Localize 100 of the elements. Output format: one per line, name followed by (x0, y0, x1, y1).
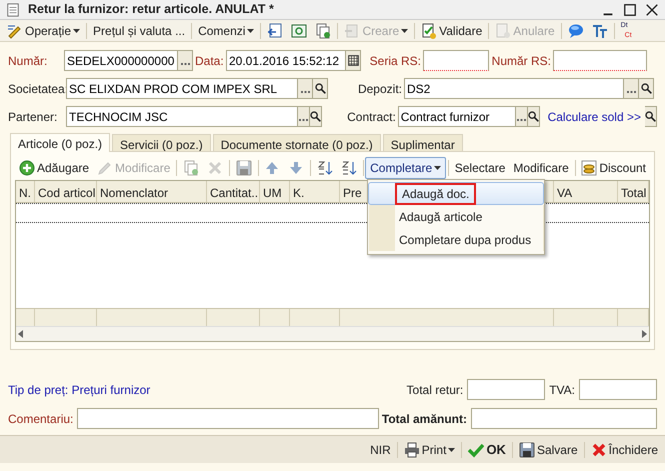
input-field[interactable] (467, 379, 546, 400)
input-field[interactable] (553, 50, 647, 71)
input-field[interactable] (579, 379, 657, 400)
caret-icon (434, 166, 442, 170)
caret-icon (401, 28, 408, 32)
input-field[interactable]: SEDELX000000000 (64, 50, 178, 71)
sort-icon (340, 160, 357, 176)
close-icon[interactable] (645, 2, 659, 16)
ellipsis-button[interactable] (178, 50, 193, 71)
input-field[interactable]: DS2 (404, 78, 624, 99)
speech-bubble-icon (568, 22, 584, 38)
delete-icon (206, 160, 223, 176)
column-header[interactable]: Total (618, 181, 649, 202)
footer-button[interactable]: Închidere (586, 440, 662, 460)
tab[interactable]: Suplimentar (382, 134, 463, 152)
input-field[interactable] (423, 50, 489, 71)
field-label: TVA: (549, 382, 575, 398)
calendar-icon (348, 55, 358, 66)
window-title: Retur la furnizor: retur articole. ANULAT * (28, 1, 274, 18)
tab[interactable]: Documente stornate (0 poz.) (212, 134, 381, 152)
calendar-button[interactable] (346, 50, 361, 71)
ellipsis-button[interactable] (624, 78, 639, 99)
search-button[interactable] (528, 106, 540, 127)
field-label: Număr RS: (490, 52, 551, 70)
field-label: Total amănunt: (382, 410, 467, 428)
column-header[interactable]: UM (260, 181, 290, 202)
caret-icon (448, 448, 456, 452)
search-button[interactable] (644, 106, 657, 127)
input-field[interactable]: Contract furnizor (398, 106, 516, 127)
toolbar-button[interactable]: Prețul și valuta ... (89, 20, 190, 40)
document-icon (6, 2, 20, 16)
footer-button[interactable]: OK (464, 440, 510, 460)
search-icon (644, 111, 656, 122)
arrow-up-icon (264, 160, 280, 176)
search-icon (314, 83, 326, 94)
search-button[interactable] (310, 106, 322, 127)
menu-item[interactable]: Adaugă articole (368, 205, 544, 228)
search-button[interactable] (639, 78, 654, 99)
price-type-link[interactable]: Tip de preț: Prețuri furnizor (8, 380, 150, 398)
field-label: Contract: (346, 108, 396, 126)
toolbar-button[interactable]: Selectare (450, 157, 510, 179)
scroll-right-icon[interactable] (642, 330, 647, 338)
field-label: Depozit: (356, 80, 402, 98)
ellipsis-button[interactable] (298, 106, 310, 127)
column-header[interactable]: Cod articol (35, 181, 97, 202)
menu-button[interactable]: Comenzi (194, 20, 258, 40)
ellipsis-button[interactable] (298, 78, 313, 99)
menu-button[interactable]: Print (400, 440, 460, 460)
date-field[interactable]: 20.01.2016 15:52:12 (226, 50, 346, 71)
import-icon (267, 22, 284, 38)
caret-icon (247, 28, 254, 32)
menu-item[interactable]: Adaugă doc. (368, 182, 544, 205)
maximize-icon[interactable] (623, 2, 637, 16)
pencil-icon (97, 160, 114, 176)
dropdown-button[interactable]: Completare (365, 157, 446, 179)
column-header[interactable]: Nomenclator (97, 181, 207, 202)
comment-field[interactable] (77, 408, 380, 429)
sort-icon (316, 160, 333, 176)
column-header[interactable]: N. (16, 181, 35, 202)
field-label: Seria RS: (368, 52, 421, 70)
column-header[interactable]: K. (290, 181, 340, 202)
column-header[interactable]: Cantitat... (207, 181, 260, 202)
coins-icon (581, 160, 598, 176)
document-icon (344, 22, 360, 38)
close-icon (590, 442, 607, 458)
search-icon (640, 83, 652, 94)
tab[interactable]: Articole (0 poz.) (10, 133, 110, 152)
ellipsis-button[interactable] (516, 106, 528, 127)
toolbar-button[interactable]: Modificare (509, 157, 573, 179)
search-icon (310, 111, 321, 122)
copy-icon (182, 160, 199, 176)
field-label: Partener: (8, 108, 58, 126)
search-button[interactable] (313, 78, 328, 99)
pencil-icon (7, 22, 23, 38)
input-field[interactable] (471, 408, 657, 429)
toolbar-button[interactable]: Validare (417, 20, 486, 40)
caret-icon (73, 28, 80, 32)
plus-icon (19, 160, 35, 176)
field-label: Număr: (8, 52, 48, 70)
column-header[interactable]: VA (554, 181, 618, 202)
footer-button[interactable]: Salvare (514, 440, 582, 460)
toolbar-button[interactable]: Discount (577, 157, 650, 179)
field-label: Comentariu: (8, 410, 74, 428)
link[interactable]: Calculare sold >> (548, 108, 641, 126)
search-icon (528, 111, 539, 122)
footer-button[interactable]: NIR (366, 440, 395, 460)
input-field[interactable]: SC ELIXDAN PROD COM IMPEX SRL (66, 78, 298, 99)
document-icon (495, 22, 512, 38)
input-field[interactable]: TECHNOCIM JSC (66, 106, 298, 127)
printer-icon (404, 442, 420, 458)
arrow-down-icon (288, 160, 304, 176)
tab[interactable]: Servicii (0 poz.) (112, 134, 211, 152)
toolbar-button[interactable]: Adăugare (15, 157, 94, 179)
menu-button[interactable]: Operație (3, 20, 84, 40)
menu-item[interactable]: Completare dupa produs (368, 228, 544, 251)
copy-icon (315, 22, 332, 38)
scroll-left-icon[interactable] (18, 330, 23, 338)
field-label: Societatea: (8, 80, 66, 98)
field-label: Total retur: (406, 382, 464, 398)
document-check-icon (421, 22, 438, 38)
